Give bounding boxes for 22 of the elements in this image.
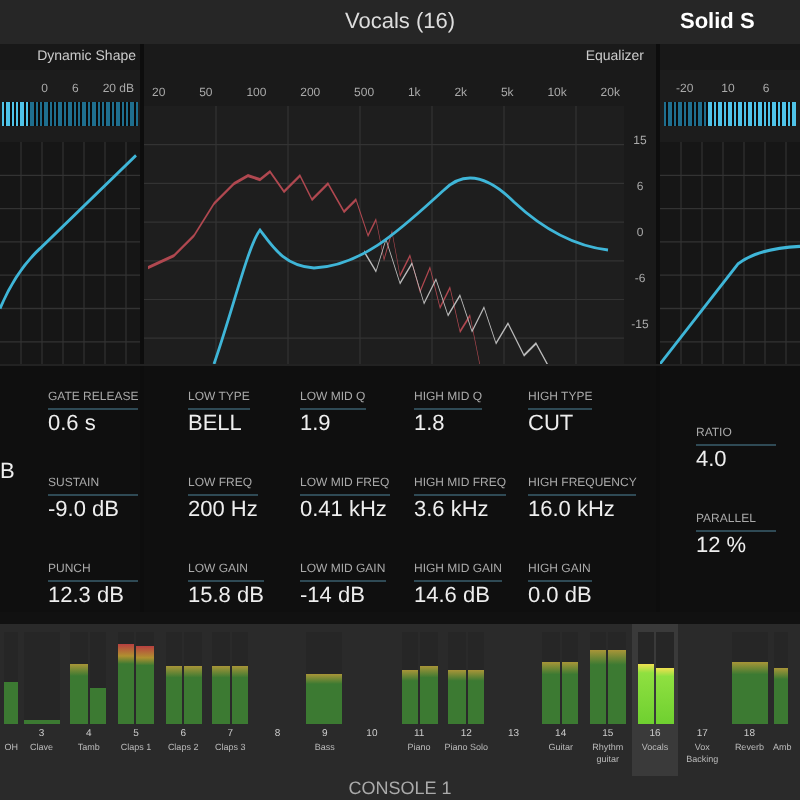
param-value[interactable]: 14.6 dB (414, 582, 503, 610)
param-value[interactable]: 3.6 kHz (414, 496, 506, 524)
param-value[interactable]: 1.9 (300, 410, 366, 438)
param-value[interactable]: BELL (188, 410, 250, 438)
param-value[interactable]: 16.0 kHz (528, 496, 637, 524)
console-label: CONSOLE 1 (346, 776, 454, 800)
param-value[interactable]: 1.8 (414, 410, 482, 438)
param-value[interactable]: -9.0 dB (48, 496, 139, 524)
param-value[interactable]: 200 Hz (188, 496, 258, 524)
param-value[interactable]: 0.0 dB (528, 582, 592, 610)
param-value[interactable]: 12 % (696, 532, 776, 560)
param-value[interactable]: 0.6 s (48, 410, 139, 438)
param-value[interactable]: -14 dB (300, 582, 386, 610)
level-meter (664, 102, 796, 126)
param-value[interactable]: 15.8 dB (188, 582, 264, 610)
param-value[interactable]: B (0, 460, 15, 484)
plugin-title: Solid S (678, 7, 757, 38)
param-value[interactable]: CUT (528, 410, 593, 438)
param-value[interactable]: 12.3 dB (48, 582, 139, 610)
channel-title: Vocals (16) (342, 7, 458, 38)
param-value[interactable]: 0.41 kHz (300, 496, 390, 524)
param-value[interactable]: 4.0 (696, 446, 776, 474)
